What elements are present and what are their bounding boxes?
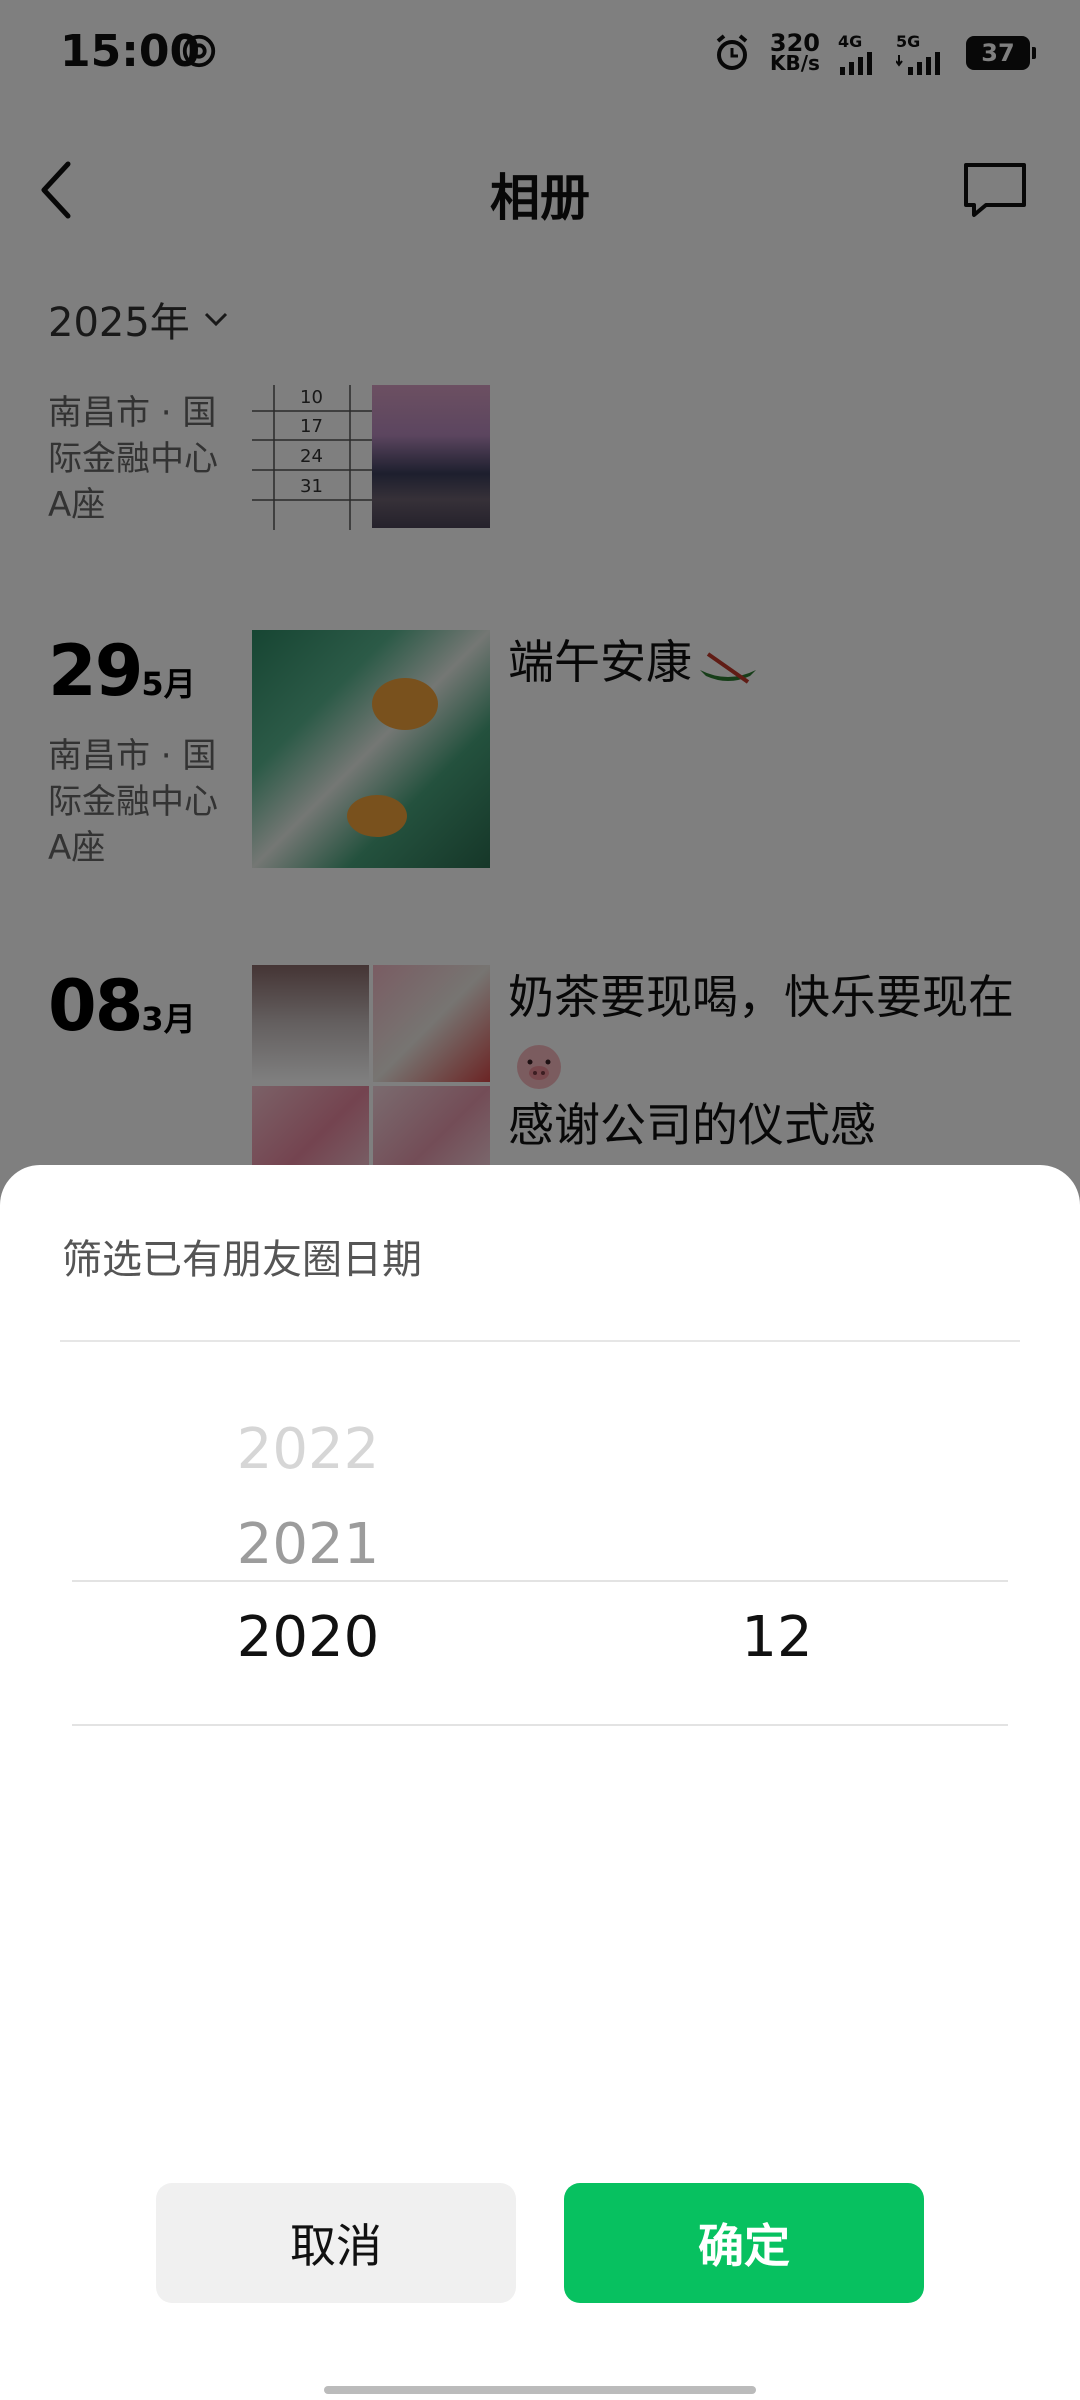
confirm-button[interactable]: 确定 bbox=[564, 2183, 924, 2303]
home-indicator[interactable] bbox=[324, 2386, 756, 2394]
cancel-button[interactable]: 取消 bbox=[156, 2183, 516, 2303]
month-option-selected[interactable]: 12 bbox=[627, 1605, 927, 1670]
year-option[interactable]: 2022 bbox=[158, 1417, 458, 1482]
date-picker[interactable]: 2022 2021 2020 12 bbox=[0, 1395, 1080, 2095]
picker-selection-line-bottom bbox=[72, 1724, 1008, 1726]
sheet-title: 筛选已有朋友圈日期 bbox=[62, 1237, 422, 1283]
screen: 15:00 320 KB/s 4G 5G bbox=[0, 0, 1080, 2400]
picker-selection-line-top bbox=[72, 1580, 1008, 1582]
divider bbox=[60, 1340, 1020, 1342]
year-option-selected[interactable]: 2020 bbox=[158, 1605, 458, 1670]
year-option[interactable]: 2021 bbox=[158, 1512, 458, 1577]
date-filter-sheet: 筛选已有朋友圈日期 2022 2021 2020 12 取消 确定 bbox=[0, 1165, 1080, 2400]
